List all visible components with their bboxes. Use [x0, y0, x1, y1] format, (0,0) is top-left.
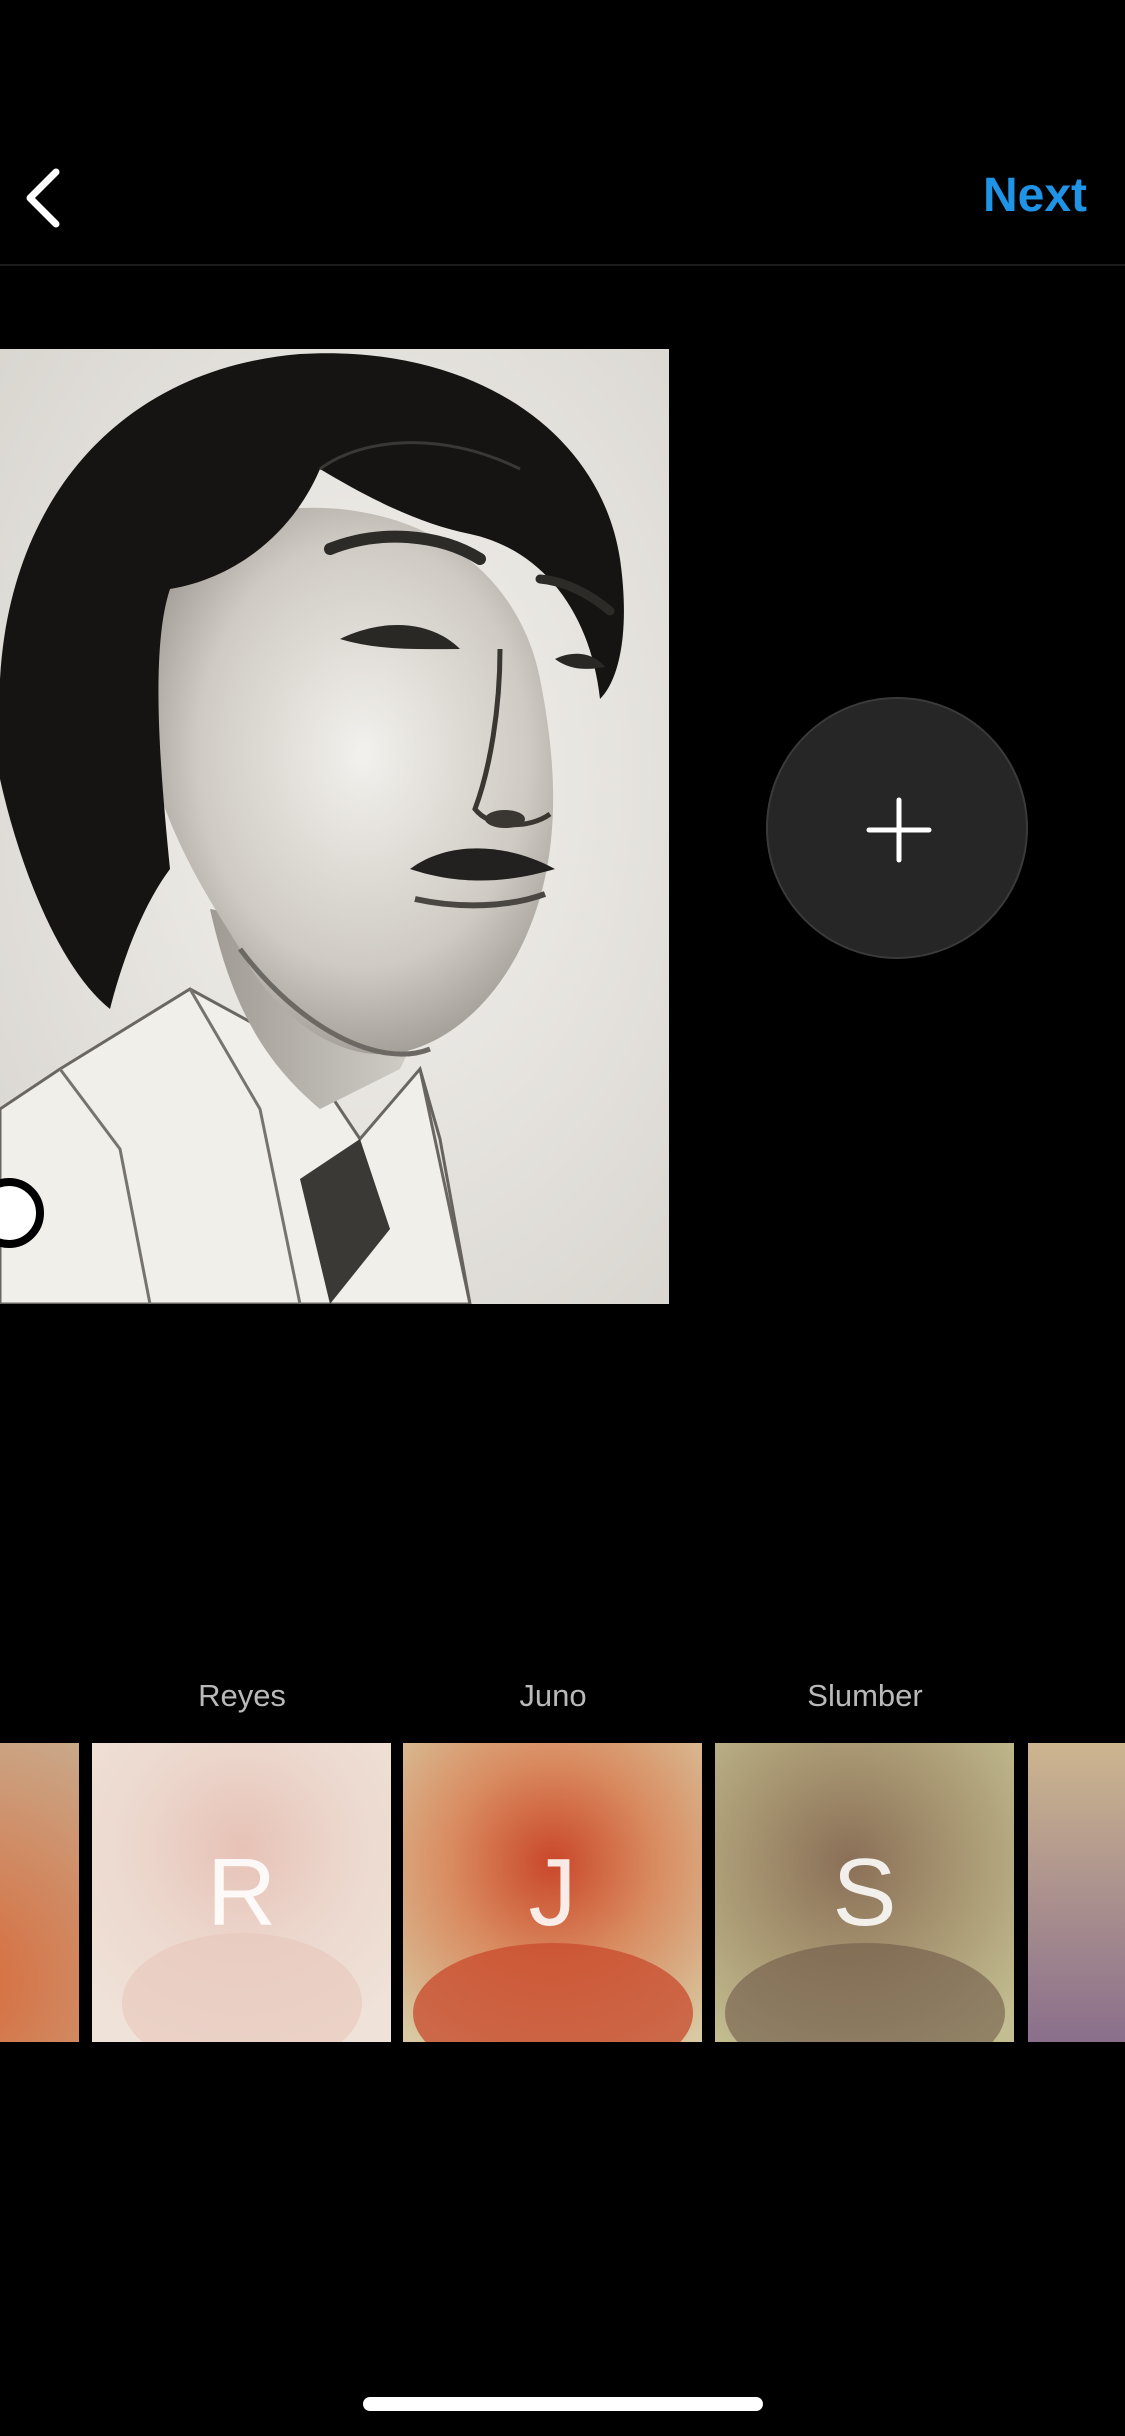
- filter-letter: S: [832, 1838, 897, 1946]
- back-button[interactable]: [18, 160, 78, 236]
- filter-letter: J: [528, 1838, 577, 1946]
- home-indicator: [363, 2397, 763, 2411]
- filter-label-reyes: Reyes: [198, 1678, 286, 1713]
- selected-photo[interactable]: [0, 349, 669, 1304]
- plus-icon: [866, 797, 932, 863]
- chevron-left-icon: [26, 168, 60, 228]
- filter-tile-previous[interactable]: [0, 1743, 79, 2042]
- filter-tile-juno[interactable]: J: [403, 1743, 702, 2042]
- filter-tile-slumber[interactable]: S: [715, 1743, 1014, 2042]
- filter-preview-image: [1028, 1743, 1125, 2042]
- header-divider: [0, 264, 1125, 266]
- filter-letter: R: [206, 1838, 277, 1946]
- filter-label-juno: Juno: [519, 1678, 587, 1713]
- edit-screen: Next Reyes Juno Slumber R J S: [0, 0, 1125, 2436]
- next-button[interactable]: Next: [983, 168, 1087, 223]
- filter-tile-reyes[interactable]: R: [92, 1743, 391, 2042]
- portrait-sketch-image: [0, 349, 669, 1304]
- filter-tile-next[interactable]: [1028, 1743, 1125, 2042]
- add-photo-button[interactable]: [766, 697, 1028, 959]
- filter-preview-image: [0, 1743, 79, 2042]
- filter-label-slumber: Slumber: [807, 1678, 923, 1713]
- top-bar: Next: [0, 0, 1125, 265]
